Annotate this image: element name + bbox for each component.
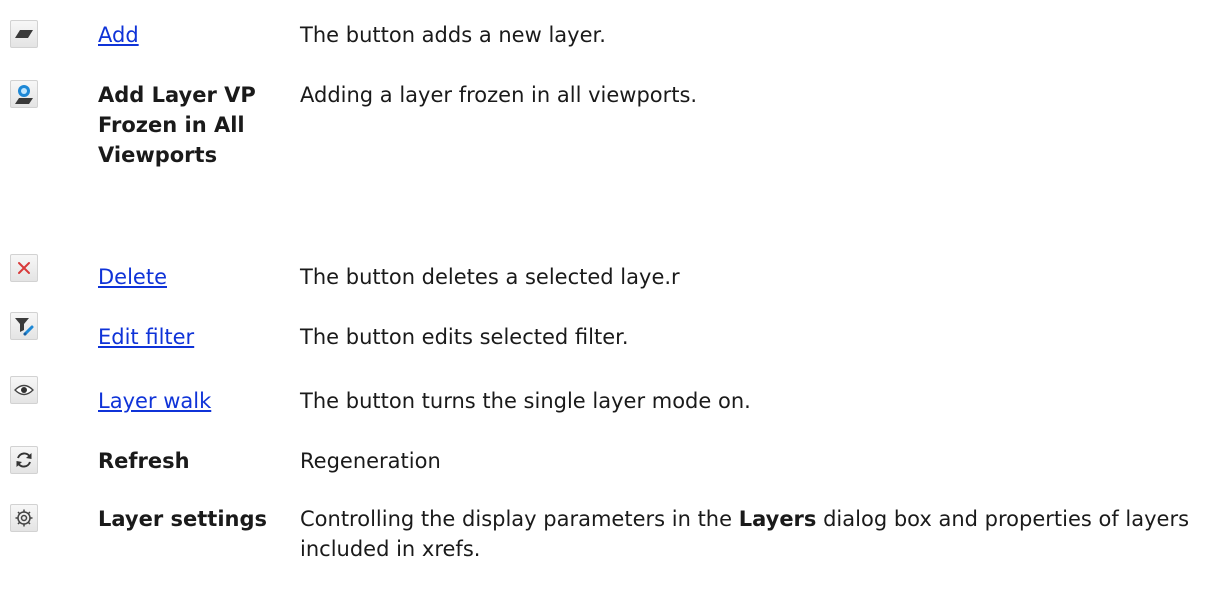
row-description: The button deletes a selected laye.r xyxy=(300,265,680,289)
edit-filter-icon[interactable] xyxy=(10,312,38,340)
eye-icon[interactable] xyxy=(10,376,38,404)
add-link[interactable]: Add xyxy=(98,23,139,47)
row-description: The button edits selected filter. xyxy=(300,325,629,349)
row-name: Layer settings xyxy=(98,507,268,531)
row-description: Adding a layer frozen in all viewports. xyxy=(300,83,698,107)
layer-walk-link[interactable]: Layer walk xyxy=(98,389,211,413)
row-description: Controlling the display parameters in th… xyxy=(300,507,1190,561)
refresh-icon[interactable] xyxy=(10,446,38,474)
edit-filter-link[interactable]: Edit filter xyxy=(98,325,194,349)
layer-vp-frozen-icon[interactable] xyxy=(10,80,38,108)
row-description: The button turns the single layer mode o… xyxy=(300,389,751,413)
row-description: Regeneration xyxy=(300,449,441,473)
row-name: Refresh xyxy=(98,449,190,473)
row-name: Add Layer VP Frozen in All Viewports xyxy=(98,83,256,167)
delete-x-icon[interactable] xyxy=(10,254,38,282)
layer-add-icon[interactable] xyxy=(10,20,38,48)
row-description: The button adds a new layer. xyxy=(300,23,606,47)
layers-bold: Layers xyxy=(738,507,817,531)
gear-icon[interactable] xyxy=(10,504,38,532)
delete-link[interactable]: Delete xyxy=(98,265,167,289)
